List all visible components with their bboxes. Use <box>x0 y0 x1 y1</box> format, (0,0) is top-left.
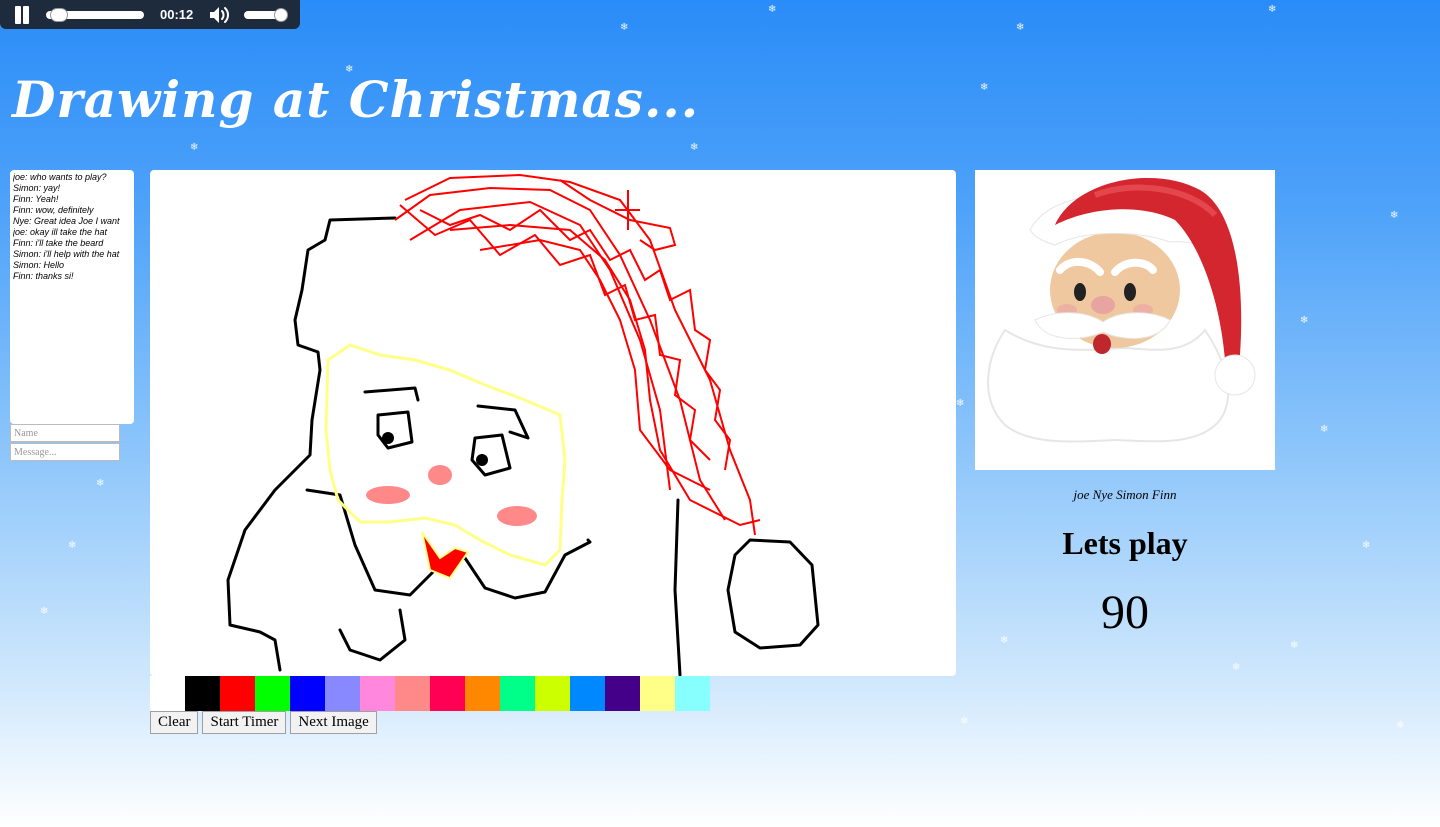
audio-time: 00:12 <box>160 7 194 22</box>
chat-message-input[interactable] <box>10 443 120 461</box>
stroke-eye-left <box>376 410 414 450</box>
chat-message: Finn: Yeah! <box>13 194 59 204</box>
stroke-pompom <box>726 538 820 650</box>
volume-knob[interactable] <box>274 7 288 22</box>
santa-reference-image <box>975 170 1275 470</box>
stroke-eyebrow-left <box>363 386 420 402</box>
mouth <box>421 531 470 580</box>
chat-message: Finn: wow, definitely <box>13 205 94 215</box>
nose <box>428 465 452 485</box>
stroke-head-outline <box>226 216 397 672</box>
pupil-left <box>382 432 394 444</box>
audio-player: 00:12 <box>0 0 300 29</box>
color-swatch[interactable] <box>360 676 395 711</box>
drawing-canvas[interactable] <box>150 170 956 676</box>
chat-message: Nye: Great idea Joe I want <box>13 216 120 226</box>
color-palette <box>150 676 710 711</box>
chat-message: Simon: yay! <box>13 183 61 193</box>
color-swatch[interactable] <box>395 676 430 711</box>
stroke-beard-lower <box>338 608 407 662</box>
pupil-right <box>476 454 488 466</box>
color-swatch[interactable] <box>500 676 535 711</box>
volume-icon[interactable] <box>208 5 232 25</box>
chat-message: Simon: i'll help with the hat <box>13 249 120 259</box>
stroke-eyebrow-right <box>476 404 530 440</box>
volume-slider[interactable] <box>244 7 288 22</box>
chat-message: joe: okay ill take the hat <box>13 227 108 237</box>
stroke-hat-6 <box>479 238 711 491</box>
chat-name-input[interactable] <box>10 424 120 442</box>
color-swatch[interactable] <box>220 676 255 711</box>
stroke-face-yellow <box>324 343 567 567</box>
color-swatch[interactable] <box>255 676 290 711</box>
chat-log: joe: who wants to play? Simon: yay! Finn: … <box>10 170 134 424</box>
color-swatch[interactable] <box>325 676 360 711</box>
color-swatch[interactable] <box>675 676 710 711</box>
stroke-hat-3 <box>409 200 671 491</box>
color-swatch[interactable] <box>535 676 570 711</box>
game-status: Lets play <box>1062 525 1188 561</box>
color-swatch[interactable] <box>150 676 185 711</box>
cheek-right <box>497 506 537 526</box>
color-swatch[interactable] <box>570 676 605 711</box>
color-swatch[interactable] <box>185 676 220 711</box>
stroke-hat-5 <box>449 223 761 527</box>
color-swatch[interactable] <box>290 676 325 711</box>
player-list: joe Nye Simon Finn <box>1073 487 1177 502</box>
stroke-beard-right <box>673 498 682 676</box>
countdown-timer: 90 <box>1101 586 1149 639</box>
stroke-hat-9 <box>615 190 640 230</box>
pause-icon[interactable] <box>12 5 32 24</box>
stroke-eye-right <box>470 433 512 477</box>
chat-message: Finn: thanks si! <box>13 271 74 281</box>
color-swatch[interactable] <box>465 676 500 711</box>
next-image-button[interactable]: Next Image <box>290 711 377 734</box>
page-title: Drawing at Christmas... <box>12 70 700 129</box>
stroke-beard-bottom <box>305 488 592 600</box>
chat-message: joe: who wants to play? <box>13 172 107 182</box>
clear-button[interactable]: Clear <box>150 711 199 734</box>
canvas-drawing <box>226 173 820 676</box>
color-swatch[interactable] <box>430 676 465 711</box>
seek-knob[interactable] <box>50 7 68 22</box>
chat-message: Simon: Hello <box>13 260 65 270</box>
start-timer-button[interactable]: Start Timer <box>202 711 287 734</box>
cheek-left <box>366 486 410 504</box>
color-swatch[interactable] <box>605 676 640 711</box>
stroke-hat-4 <box>559 179 677 252</box>
control-buttons: Clear Start Timer Next Image <box>150 711 377 734</box>
chat-message: Finn: i'll take the beard <box>13 238 104 248</box>
audio-seek-bar[interactable] <box>46 7 144 22</box>
color-swatch[interactable] <box>640 676 675 711</box>
